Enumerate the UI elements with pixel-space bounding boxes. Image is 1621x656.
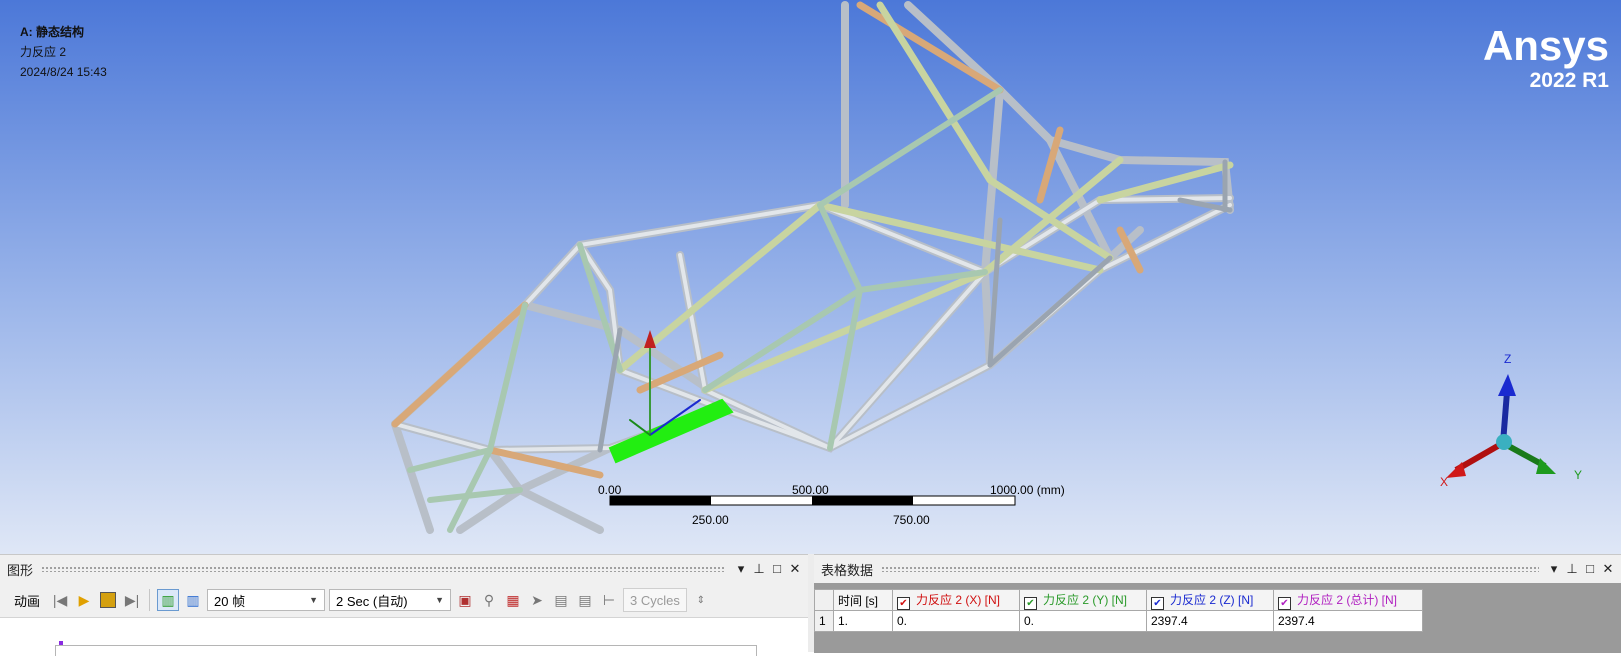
zoom-icon[interactable]: ⚲ <box>479 590 499 610</box>
table-row[interactable]: 1 1. 0. 0. 2397.4 2397.4 <box>814 610 1423 632</box>
graph-marker <box>59 641 63 645</box>
table-icon-2[interactable]: ▤ <box>575 590 595 610</box>
close-icon[interactable]: ✕ <box>1601 561 1615 577</box>
results-table: 时间 [s] ✔ 力反应 2 (X) [N] ✔ 力反应 2 (Y) [N] ✔ 力反… <box>814 589 1423 632</box>
scale-label-500: 500.00 <box>792 483 829 497</box>
cell-x[interactable]: 0. <box>892 610 1020 632</box>
axis-triad <box>1446 374 1556 478</box>
distributed-frames-icon[interactable]: ▥ <box>157 589 180 611</box>
scale-bar <box>609 495 1016 506</box>
table-header-row: 时间 [s] ✔ 力反应 2 (X) [N] ✔ 力反应 2 (Y) [N] ✔ 力反… <box>814 589 1423 611</box>
cell-time[interactable]: 1. <box>833 610 893 632</box>
result-frames-icon[interactable]: ▥ <box>183 590 203 610</box>
chart-icon[interactable]: ⊢ <box>599 590 619 610</box>
tabular-data-panel: 表格数据 ▾ ⊥ □ ✕ 时间 [s] ✔ 力反应 2 (X) [N] ✔ 力反应 … <box>814 554 1621 653</box>
column-header-time[interactable]: 时间 [s] <box>833 589 893 611</box>
previous-frame-icon[interactable]: |◀ <box>50 590 70 610</box>
close-icon[interactable]: ✕ <box>788 561 802 577</box>
export-video-icon[interactable]: ▣ <box>455 590 475 610</box>
ansys-brand: Ansys 2022 R1 <box>1483 24 1609 94</box>
row-number: 1 <box>814 610 834 632</box>
graphics-viewport[interactable]: A: 静态结构 力反应 2 2024/8/24 15:43 Ansys 2022… <box>0 0 1621 554</box>
column-header-z[interactable]: ✔ 力反应 2 (Z) [N] <box>1146 589 1274 611</box>
cell-y[interactable]: 0. <box>1019 610 1147 632</box>
checkbox-icon[interactable]: ✔ <box>897 596 910 610</box>
table-icon-1[interactable]: ▤ <box>551 590 571 610</box>
cell-total[interactable]: 2397.4 <box>1273 610 1423 632</box>
triad-x-label: X <box>1440 475 1449 489</box>
maximize-icon[interactable]: □ <box>770 561 784 577</box>
table-panel-header: 表格数据 ▾ ⊥ □ ✕ <box>814 555 1621 583</box>
grip-dots[interactable] <box>41 566 726 572</box>
graph-panel: 图形 ▾ ⊥ □ ✕ 动画 |◀ ▶ ▶| ▥ ▥ 20 帧 ▼ 2 Sec (自… <box>0 554 808 656</box>
result-name: 力反应 2 <box>20 45 67 59</box>
chassis-frame-model[interactable] <box>0 0 1621 554</box>
ansys-version: 2022 R1 <box>1529 69 1609 92</box>
maximize-icon[interactable]: □ <box>1583 561 1597 577</box>
scale-label-750: 750.00 <box>893 513 930 527</box>
checkbox-icon[interactable]: ✔ <box>1278 596 1291 610</box>
frames-select[interactable]: 20 帧 ▼ <box>207 589 326 611</box>
checkbox-icon[interactable]: ✔ <box>1151 596 1164 610</box>
dropdown-icon[interactable]: ▾ <box>734 561 748 577</box>
triad-y-label: Y <box>1574 468 1583 482</box>
graph-panel-header: 图形 ▾ ⊥ □ ✕ <box>0 555 808 583</box>
animation-toolbar: 动画 |◀ ▶ ▶| ▥ ▥ 20 帧 ▼ 2 Sec (自动) ▼ ▣ ⚲ ▦ ➤… <box>0 583 808 618</box>
dropdown-icon[interactable]: ▾ <box>1547 561 1561 577</box>
pin-icon[interactable]: ⊥ <box>752 561 766 577</box>
analysis-title: A: 静态结构 <box>20 25 84 39</box>
chevron-down-icon: ▼ <box>435 595 445 605</box>
probe-icon[interactable]: ➤ <box>527 590 547 610</box>
table-panel-title: 表格数据 <box>821 562 874 578</box>
ansys-logo: Ansys <box>1482 22 1609 69</box>
legend-icon[interactable]: ▦ <box>503 590 523 610</box>
animation-label: 动画 <box>14 593 41 609</box>
result-timestamp: 2024/8/24 15:43 <box>20 65 107 79</box>
cycles-select[interactable]: 3 Cycles <box>623 588 687 612</box>
grip-dots[interactable] <box>881 566 1539 572</box>
cell-z[interactable]: 2397.4 <box>1146 610 1274 632</box>
result-info: A: 静态结构 力反应 2 2024/8/24 15:43 <box>20 22 107 82</box>
triad-z-label: Z <box>1504 352 1512 366</box>
next-frame-icon[interactable]: ▶| <box>122 590 142 610</box>
column-header-total[interactable]: ✔ 力反应 2 (总计) [N] <box>1273 589 1423 611</box>
chevron-down-icon: ▼ <box>309 595 319 605</box>
scale-label-250: 250.00 <box>692 513 729 527</box>
scale-label-0: 0.00 <box>598 483 622 497</box>
graph-panel-title: 图形 <box>7 562 34 578</box>
graph-plot-area[interactable] <box>0 618 808 656</box>
stop-icon[interactable] <box>98 590 118 610</box>
duration-select[interactable]: 2 Sec (自动) ▼ <box>329 589 452 611</box>
more-options-icon[interactable]: ⇕ <box>691 590 711 610</box>
column-header-x[interactable]: ✔ 力反应 2 (X) [N] <box>892 589 1020 611</box>
reaction-face-highlight <box>608 398 734 464</box>
scale-label-1000: 1000.00 (mm) <box>990 483 1065 497</box>
checkbox-icon[interactable]: ✔ <box>1024 596 1037 610</box>
column-header-y[interactable]: ✔ 力反应 2 (Y) [N] <box>1019 589 1147 611</box>
pin-icon[interactable]: ⊥ <box>1565 561 1579 577</box>
play-icon[interactable]: ▶ <box>74 590 94 610</box>
